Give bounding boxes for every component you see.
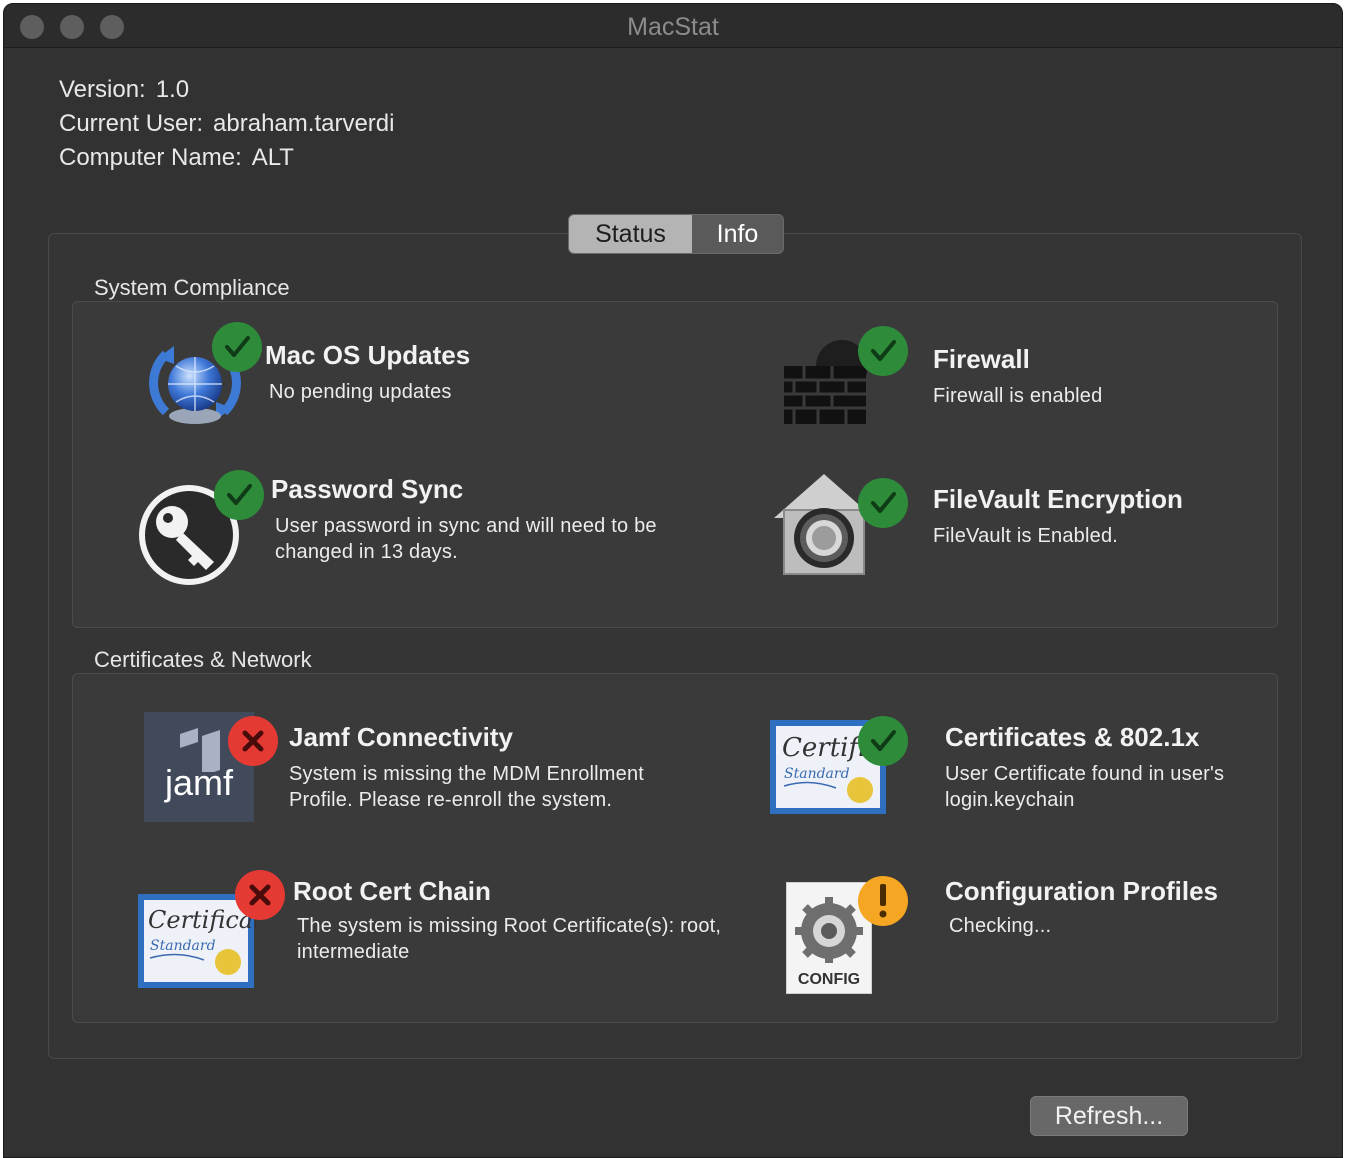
version-line: Version: 1.0 [59, 76, 189, 104]
tab-info[interactable]: Info [692, 215, 783, 253]
firewall-title: Firewall [933, 344, 1030, 374]
filevault-status-ok-icon [858, 478, 908, 528]
refresh-button[interactable]: Refresh... [1030, 1096, 1188, 1136]
tab-switcher: Status Info [568, 214, 784, 254]
version-label: Version: [59, 76, 146, 103]
title-bar[interactable]: MacStat [4, 4, 1342, 48]
certificates-802-1x-title: Certificates & 802.1x [945, 722, 1200, 752]
jamf-connectivity-status-error-icon [228, 716, 278, 766]
mac-os-updates-desc: No pending updates [269, 381, 452, 403]
certificates-802-1x-desc: User Certificate found in user's login.k… [945, 763, 1225, 811]
password-sync-title: Password Sync [271, 474, 464, 504]
tab-status[interactable]: Status [569, 215, 692, 253]
firewall-desc: Firewall is enabled [933, 385, 1103, 407]
password-sync-desc: User password in sync and will need to b… [275, 515, 657, 563]
root-cert-chain-status-error-icon [235, 870, 285, 920]
current-user-label: Current User: [59, 110, 204, 137]
certificates-802-1x-status-ok-icon [858, 716, 908, 766]
password-sync-status-ok-icon [214, 470, 264, 520]
current-user-value: abraham.tarverdi [213, 110, 395, 137]
system-compliance-label: System Compliance [94, 275, 290, 300]
current-user-line: Current User: abraham.tarverdi [59, 110, 394, 138]
window-title: MacStat [627, 13, 719, 41]
mac-os-updates-title: Mac OS Updates [265, 340, 471, 370]
root-cert-chain-desc: The system is missing Root Certificate(s… [297, 915, 722, 963]
svg-text:Standard: Standard [150, 938, 216, 954]
filevault-desc: FileVault is Enabled. [933, 525, 1119, 547]
root-cert-chain-title: Root Cert Chain [293, 876, 491, 906]
jamf-logo-text: jamf [164, 762, 233, 803]
config-icon-label: CONFIG [797, 971, 861, 988]
jamf-connectivity-desc: System is missing the MDM Enrollment Pro… [289, 763, 645, 811]
filevault-title: FileVault Encryption [933, 484, 1183, 514]
configuration-profiles-title: Configuration Profiles [945, 876, 1218, 906]
configuration-profiles-status-warning-icon [858, 876, 908, 926]
certificates-network-label: Certificates & Network [94, 647, 312, 672]
computer-name-value: ALT [251, 144, 294, 171]
svg-text:Standard: Standard [784, 766, 850, 782]
version-value: 1.0 [155, 76, 190, 103]
mac-os-updates-status-ok-icon [212, 322, 262, 372]
computer-name-label: Computer Name: [59, 144, 242, 171]
configuration-profiles-desc: Checking... [949, 915, 1052, 937]
computer-name-line: Computer Name: ALT [59, 144, 294, 172]
firewall-status-ok-icon [858, 326, 908, 376]
jamf-connectivity-title: Jamf Connectivity [289, 722, 513, 752]
macstat-window: MacStat Version: 1.0 Current User: abraham… [3, 3, 1343, 1158]
filevault-icon [772, 470, 876, 576]
